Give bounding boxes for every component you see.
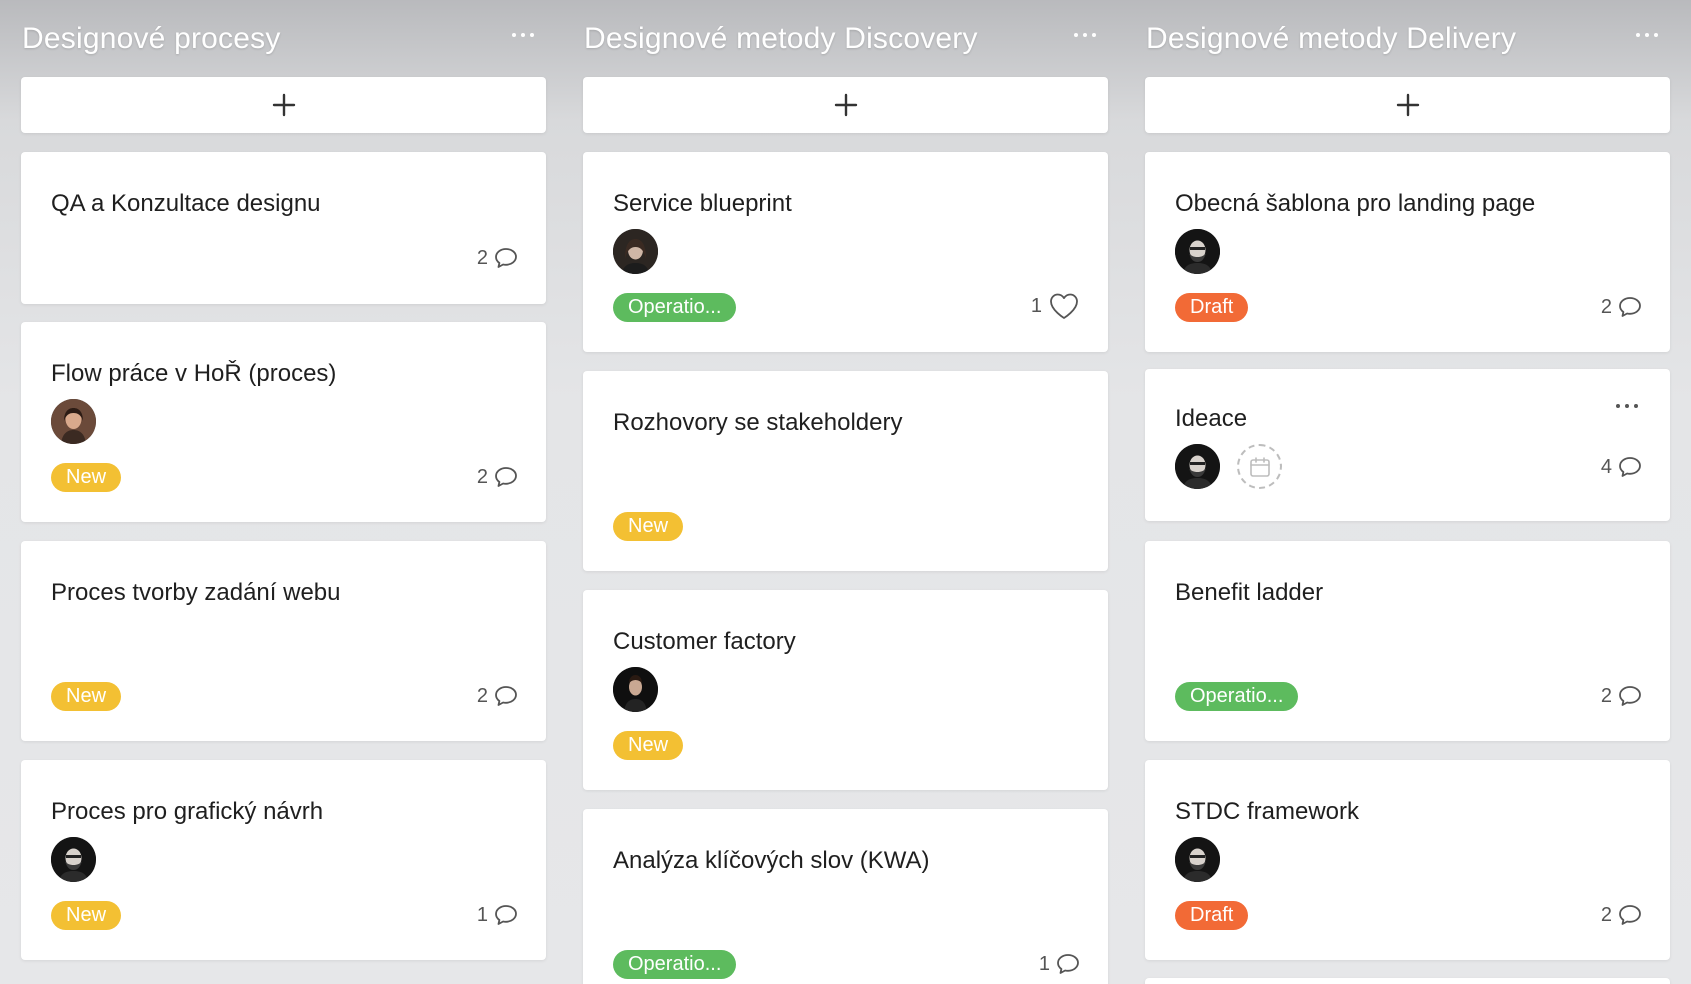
comment-count[interactable]: 2	[1601, 293, 1642, 321]
count-value: 1	[1030, 294, 1042, 317]
card[interactable]: QA a Konzultace designu 2	[21, 152, 546, 304]
card[interactable]: Rozhovory se stakeholdery New	[583, 371, 1108, 571]
avatar[interactable]	[51, 837, 96, 882]
avatar[interactable]	[1175, 837, 1220, 882]
column-title: Designové metody Discovery	[584, 22, 978, 55]
count-value: 1	[476, 903, 488, 926]
card-title: Obecná šablona pro landing page	[1175, 190, 1536, 217]
comment-icon	[1619, 297, 1641, 317]
card[interactable]: STDC framework Draft 2	[1145, 760, 1670, 960]
count-value: 2	[476, 465, 488, 488]
card-title: STDC framework	[1175, 798, 1360, 825]
count-value: 2	[1600, 684, 1612, 707]
kanban-board: Designové procesy QA a Konzultace design…	[0, 0, 1691, 984]
avatar[interactable]	[613, 667, 658, 712]
comment-icon	[495, 686, 517, 706]
column-designove-metody-discovery: Designové metody Discovery Service bluep…	[583, 0, 1108, 984]
card-title: Rozhovory se stakeholdery	[613, 409, 903, 436]
status-badge: New	[613, 512, 684, 541]
column-title: Designové procesy	[22, 22, 281, 55]
comment-count[interactable]: 1	[477, 901, 518, 929]
card-title: Proces pro grafický návrh	[51, 798, 324, 825]
count-value: 1	[1038, 952, 1050, 975]
status-badge: Operatio...	[1175, 682, 1299, 711]
avatar[interactable]	[613, 229, 658, 274]
plus-icon	[1396, 93, 1419, 117]
calendar-icon	[1249, 456, 1270, 477]
count-value: 2	[476, 246, 488, 269]
card[interactable]: Customer factory New	[583, 590, 1108, 790]
card[interactable]: Flow práce v HoŘ (proces) New 2	[21, 322, 546, 522]
comment-count[interactable]: 2	[1601, 901, 1642, 929]
comment-icon	[495, 905, 517, 925]
status-badge: Operatio...	[613, 950, 737, 979]
comment-icon	[1619, 905, 1641, 925]
more-horizontal-icon	[1632, 26, 1662, 44]
card[interactable]: Ideace 4	[1145, 369, 1670, 521]
comment-icon	[1619, 686, 1641, 706]
more-horizontal-icon	[1612, 399, 1642, 413]
column-header: Designové metody Discovery	[583, 0, 1108, 77]
add-card-button[interactable]	[21, 77, 546, 133]
column-menu-button[interactable]	[1070, 26, 1100, 44]
column-menu-button[interactable]	[1632, 26, 1662, 44]
card-title: Analýza klíčových slov (KWA)	[613, 847, 930, 874]
status-badge: Draft	[1175, 293, 1249, 322]
count-value: 4	[1600, 455, 1612, 478]
column-designove-procesy: Designové procesy QA a Konzultace design…	[21, 0, 546, 960]
plus-icon	[272, 93, 295, 117]
due-date-button[interactable]	[1237, 444, 1282, 489]
count-value: 2	[1600, 295, 1612, 318]
comment-icon	[1057, 954, 1079, 974]
card-title: Benefit ladder	[1175, 579, 1324, 606]
avatar[interactable]	[1175, 229, 1220, 274]
add-card-button[interactable]	[583, 77, 1108, 133]
more-horizontal-icon	[1070, 26, 1100, 44]
column-title: Designové metody Delivery	[1146, 22, 1517, 55]
card[interactable]: Service blueprint Operatio... 1	[583, 152, 1108, 352]
card-menu-button[interactable]	[1612, 399, 1642, 413]
card[interactable]: Proces pro grafický návrh New 1	[21, 760, 546, 960]
avatar[interactable]	[1175, 444, 1220, 489]
comment-icon	[495, 248, 517, 268]
count-value: 2	[1600, 903, 1612, 926]
card-title: Ideace	[1175, 405, 1248, 432]
status-badge: New	[613, 731, 684, 760]
add-card-button[interactable]	[1145, 77, 1670, 133]
card-title: QA a Konzultace designu	[51, 190, 321, 217]
column-menu-button[interactable]	[508, 26, 538, 44]
comment-count[interactable]: 4	[1601, 453, 1642, 481]
column-header: Designové metody Delivery	[1145, 0, 1670, 77]
column-header: Designové procesy	[21, 0, 546, 77]
card-title: Customer factory	[613, 628, 796, 655]
comment-count[interactable]: 1	[1039, 950, 1080, 978]
card[interactable]: Analýza klíčových slov (KWA) Operatio...…	[583, 809, 1108, 984]
status-badge: Draft	[1175, 901, 1249, 930]
card-title: Proces tvorby zadání webu	[51, 579, 341, 606]
status-badge: New	[51, 463, 122, 492]
status-badge: New	[51, 901, 122, 930]
heart-icon	[1050, 293, 1078, 319]
status-badge: New	[51, 682, 122, 711]
comment-count[interactable]: 2	[477, 244, 518, 272]
card[interactable]: Proces tvorby zadání webu New 2	[21, 541, 546, 741]
column-designove-metody-delivery: Designové metody Delivery Obecná šablona…	[1145, 0, 1670, 984]
more-horizontal-icon	[508, 26, 538, 44]
count-value: 2	[476, 684, 488, 707]
card[interactable]: Obecná šablona pro landing page Draft 2	[1145, 152, 1670, 352]
comment-count[interactable]: 2	[1601, 682, 1642, 710]
comment-icon	[495, 467, 517, 487]
comment-count[interactable]: 2	[477, 463, 518, 491]
card[interactable]	[1145, 978, 1670, 984]
like-count[interactable]: 1	[1031, 292, 1080, 320]
comment-icon	[1619, 457, 1641, 477]
card[interactable]: Benefit ladder Operatio... 2	[1145, 541, 1670, 741]
plus-icon	[834, 93, 857, 117]
comment-count[interactable]: 2	[477, 682, 518, 710]
card-title: Flow práce v HoŘ (proces)	[51, 360, 337, 387]
status-badge: Operatio...	[613, 293, 737, 322]
card-title: Service blueprint	[613, 190, 792, 217]
avatar[interactable]	[51, 399, 96, 444]
